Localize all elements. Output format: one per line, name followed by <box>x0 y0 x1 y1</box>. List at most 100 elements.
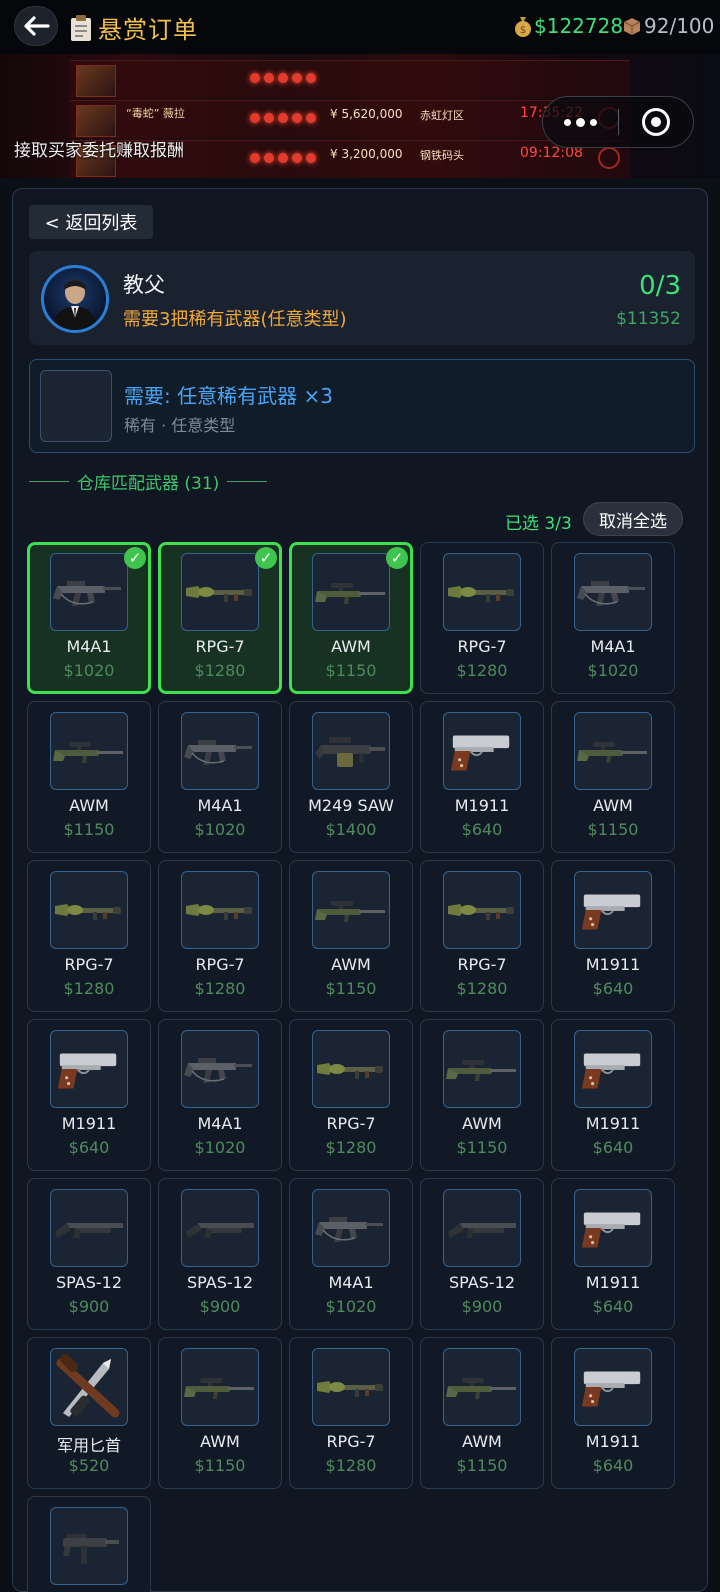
weapon-card[interactable]: SPAS-12 $900 <box>27 1178 151 1330</box>
weapon-name: RPG-7 <box>457 637 507 656</box>
weapon-card[interactable]: M249 SAW $1400 <box>289 701 413 853</box>
weapon-card[interactable]: M1911 $640 <box>551 1019 675 1171</box>
banner-row <box>70 60 630 98</box>
weapon-price: $1400 <box>325 820 377 839</box>
weapon-price: $1280 <box>456 979 508 998</box>
weapon-price: $1280 <box>194 979 246 998</box>
weapon-price: $1280 <box>325 1456 377 1475</box>
shotgun-icon <box>443 1189 521 1267</box>
weapon-card[interactable]: AWM $1150 <box>420 1337 544 1489</box>
banner-tagline: 接取买家委托赚取报酬 <box>14 141 184 161</box>
pistol-icon <box>574 1348 652 1426</box>
weapon-card[interactable]: AWM $1150 <box>551 701 675 853</box>
weapon-price: $1020 <box>325 1297 377 1316</box>
weapon-price: $900 <box>461 1297 503 1316</box>
sniper-icon <box>312 553 390 631</box>
rocket-launcher-icon <box>312 1030 390 1108</box>
dot-icon <box>589 118 597 126</box>
rocket-launcher-icon <box>181 553 259 631</box>
client-requirement: 需要3把稀有武器(任意类型) <box>123 309 347 330</box>
weapon-name: SPAS-12 <box>448 1273 515 1292</box>
weapon-name: RPG-7 <box>326 1432 376 1451</box>
weapon-card[interactable]: RPG-7 $1280 <box>27 860 151 1012</box>
rifle-icon <box>312 1189 390 1267</box>
money-value: $122728 <box>534 14 624 38</box>
weapon-card[interactable]: RPG-7 $1280 <box>289 1337 413 1489</box>
banner-location: 钢铁码头 <box>420 149 464 162</box>
weapon-price: $1280 <box>63 979 115 998</box>
client-card: 教父 需要3把稀有武器(任意类型) 0/3 $11352 <box>29 251 695 345</box>
rifle-icon <box>574 553 652 631</box>
weapon-card[interactable]: 军用匕首 $520 <box>27 1337 151 1489</box>
weapon-card[interactable] <box>27 1496 151 1592</box>
weapon-card[interactable]: SPAS-12 $900 <box>158 1178 282 1330</box>
rifle-icon <box>181 712 259 790</box>
weapon-price: $640 <box>592 1456 634 1475</box>
required-item-slot <box>40 370 112 442</box>
order-progress: 0/3 <box>639 271 681 301</box>
close-miniprogram-button[interactable] <box>619 96 694 148</box>
shotgun-icon <box>181 1189 259 1267</box>
weapon-name: AWM <box>69 796 109 815</box>
weapon-card[interactable]: M4A1 $1020 <box>158 1019 282 1171</box>
weapon-card[interactable]: M1911 $640 <box>551 860 675 1012</box>
weapon-card[interactable]: M1911 $640 <box>27 1019 151 1171</box>
rocket-launcher-icon <box>443 871 521 949</box>
weapon-card[interactable]: M4A1 $1020 <box>158 701 282 853</box>
pistol-icon <box>443 712 521 790</box>
banner-location: 赤虹灯区 <box>420 109 464 122</box>
back-to-list-button[interactable]: < 返回列表 <box>29 205 153 239</box>
weapon-card[interactable]: AWM $1150 <box>27 701 151 853</box>
weapon-card[interactable]: AWM $1150 <box>289 860 413 1012</box>
client-avatar <box>41 265 109 333</box>
weapon-name: RPG-7 <box>195 637 245 656</box>
weapon-name: AWM <box>462 1114 502 1133</box>
money-display: $ $122728 <box>514 14 623 38</box>
person-icon <box>52 280 98 330</box>
weapon-name: SPAS-12 <box>55 1273 122 1292</box>
weapon-price: $1020 <box>194 1138 246 1157</box>
weapon-card[interactable]: RPG-7 $1280 <box>158 860 282 1012</box>
arrow-left-icon <box>24 16 50 36</box>
weapon-name: M1911 <box>585 1273 641 1292</box>
weapon-card[interactable]: AWM $1150 ✓ <box>289 542 413 694</box>
weapon-card[interactable]: RPG-7 $1280 <box>289 1019 413 1171</box>
weapon-card[interactable]: M1911 $640 <box>420 701 544 853</box>
weapon-name: SPAS-12 <box>186 1273 253 1292</box>
weapon-price: $1020 <box>63 661 115 680</box>
weapon-card[interactable]: RPG-7 $1280 <box>420 860 544 1012</box>
pistol-icon <box>574 1030 652 1108</box>
dot-icon <box>575 117 585 127</box>
weapon-card[interactable]: M4A1 $1020 ✓ <box>27 542 151 694</box>
weapon-price: $900 <box>68 1297 110 1316</box>
weapon-name: RPG-7 <box>457 955 507 974</box>
sniper-icon <box>312 871 390 949</box>
weapon-card[interactable]: M4A1 $1020 <box>289 1178 413 1330</box>
weapon-card[interactable]: RPG-7 $1280 <box>420 542 544 694</box>
more-button[interactable] <box>543 96 618 148</box>
weapon-name: AWM <box>200 1432 240 1451</box>
weapon-card[interactable]: AWM $1150 <box>158 1337 282 1489</box>
weapon-card[interactable]: M1911 $640 <box>551 1337 675 1489</box>
deselect-all-button[interactable]: 取消全选 <box>583 502 683 536</box>
rocket-launcher-icon <box>443 553 521 631</box>
smg-icon <box>50 1507 128 1585</box>
divider-line <box>29 481 69 482</box>
weapon-price: $1150 <box>456 1456 508 1475</box>
danger-dots <box>250 113 316 123</box>
weapon-price: $1150 <box>325 661 377 680</box>
weapon-price: $1280 <box>325 1138 377 1157</box>
weapon-name: M249 SAW <box>308 796 394 815</box>
weapon-card[interactable]: AWM $1150 <box>420 1019 544 1171</box>
weapon-card[interactable]: M4A1 $1020 <box>551 542 675 694</box>
back-button[interactable] <box>14 6 58 46</box>
weapon-name: M1911 <box>585 955 641 974</box>
weapon-price: $900 <box>199 1297 241 1316</box>
weapon-card[interactable]: SPAS-12 $900 <box>420 1178 544 1330</box>
weapon-card[interactable]: RPG-7 $1280 ✓ <box>158 542 282 694</box>
page-title: 悬赏订单 <box>98 16 198 44</box>
banner-target-name: “毒蛇” 薇拉 <box>126 107 185 120</box>
danger-dots <box>250 73 316 83</box>
sniper-icon <box>443 1030 521 1108</box>
weapon-card[interactable]: M1911 $640 <box>551 1178 675 1330</box>
